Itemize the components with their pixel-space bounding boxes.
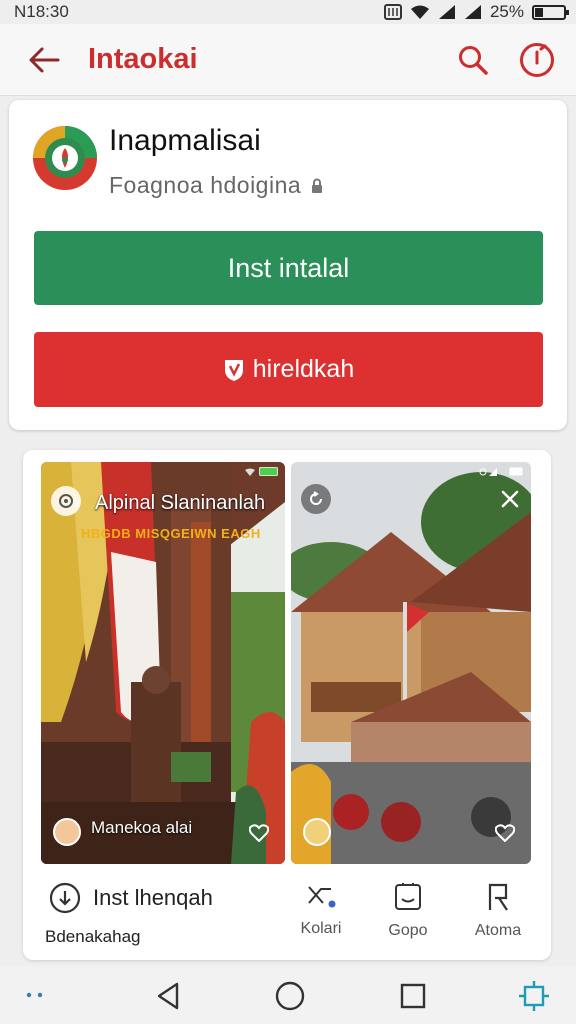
screenshot-1[interactable]: Alpinal Slaninanlah HBGDB MISQGEIWN EAGH…	[41, 462, 285, 864]
battery-icon	[532, 4, 569, 20]
bookmark-action-label: Atoma	[474, 922, 522, 939]
dots-icon	[26, 992, 43, 998]
share-action[interactable]: Kolari	[286, 882, 356, 938]
search-icon	[459, 45, 488, 75]
screenshot-2-refresh-button[interactable]	[301, 484, 331, 514]
screenshot-2-image	[291, 462, 531, 864]
install-action-label: Inst lhenqah	[93, 885, 213, 910]
secondary-button[interactable]: hireldkah	[34, 332, 543, 407]
app-bar: Intaokai	[0, 24, 576, 96]
bookmark-icon	[488, 883, 508, 911]
shield-icon	[224, 359, 243, 381]
chat-action[interactable]: Gopo	[373, 882, 443, 940]
action-row: Inst lhenqah Bdenakahag Kolari Gopo Atom…	[23, 874, 551, 960]
nav-home-button[interactable]	[272, 978, 308, 1014]
media-card: Alpinal Slaninanlah HBGDB MISQGEIWN EAGH…	[23, 450, 551, 960]
refresh-icon	[310, 491, 322, 505]
square-recents-icon	[400, 983, 426, 1009]
wifi-icon	[245, 468, 255, 476]
system-nav-bar	[0, 966, 576, 1024]
install-action[interactable]: Inst lhenqah	[49, 882, 213, 914]
gear-icon	[59, 494, 73, 508]
circle-home-icon	[275, 981, 305, 1011]
screenshot-1-title: Alpinal Slaninanlah	[95, 492, 266, 514]
screenshot-1-status	[245, 467, 279, 476]
info-icon	[520, 42, 554, 77]
screenshot-2[interactable]	[291, 462, 531, 864]
battery-icon	[509, 467, 523, 476]
developer-row[interactable]: Foagnoa hdoigina	[109, 172, 323, 199]
nfc-icon	[383, 4, 402, 20]
lock-icon	[312, 178, 323, 193]
triangle-back-icon	[157, 982, 179, 1010]
wifi-icon	[410, 5, 429, 19]
secondary-button-label: hireldkah	[252, 355, 355, 383]
app-bar-title: Intaokai	[88, 43, 198, 75]
status-time: N18:30	[14, 2, 69, 21]
bookmark-action[interactable]: Atoma	[463, 882, 533, 940]
battery-icon	[259, 467, 278, 476]
status-bar: N18:30 25%	[0, 0, 576, 24]
download-icon	[49, 882, 81, 914]
app-name: Inapmalisai	[109, 124, 261, 157]
avatar	[303, 818, 331, 846]
nav-back-button[interactable]	[150, 978, 186, 1014]
nav-screenshot-button[interactable]	[516, 978, 552, 1014]
signal-icon	[438, 5, 455, 19]
arrow-left-icon	[29, 47, 60, 72]
battery-percent: 25%	[489, 2, 524, 21]
crop-icon	[519, 981, 549, 1011]
status-icons: 25%	[383, 2, 569, 22]
chat-action-label: Gopo	[388, 922, 428, 939]
app-info-card: Inapmalisai Foagnoa hdoigina Inst intala…	[9, 100, 567, 430]
screenshot-2-status	[479, 467, 523, 476]
battery-fill	[535, 7, 543, 17]
heart-icon[interactable]	[249, 824, 269, 842]
screenshot-1-image	[41, 462, 285, 864]
search-button[interactable]	[448, 35, 498, 85]
screenshot-1-subtitle: HBGDB MISQGEIWN EAGH	[81, 526, 261, 541]
nav-recents-button[interactable]	[395, 978, 431, 1014]
chat-icon	[395, 883, 421, 910]
share-icon	[308, 886, 336, 908]
install-action-sub: Bdenakahag	[45, 927, 141, 946]
signal-icon-2	[464, 5, 481, 19]
info-button[interactable]	[512, 35, 562, 85]
close-icon[interactable]	[501, 490, 519, 508]
share-action-label: Kolari	[300, 920, 342, 937]
developer-name: Foagnoa hdoigina	[109, 172, 302, 198]
app-logo	[33, 126, 97, 190]
heart-icon[interactable]	[495, 824, 515, 842]
screenshot-1-caption: Manekoa alai	[91, 818, 193, 837]
avatar	[53, 818, 81, 846]
screenshot-1-menu-button[interactable]	[51, 486, 81, 516]
signal-icon	[479, 468, 497, 476]
install-button[interactable]: Inst intalal	[34, 231, 543, 305]
back-button[interactable]	[16, 32, 72, 88]
